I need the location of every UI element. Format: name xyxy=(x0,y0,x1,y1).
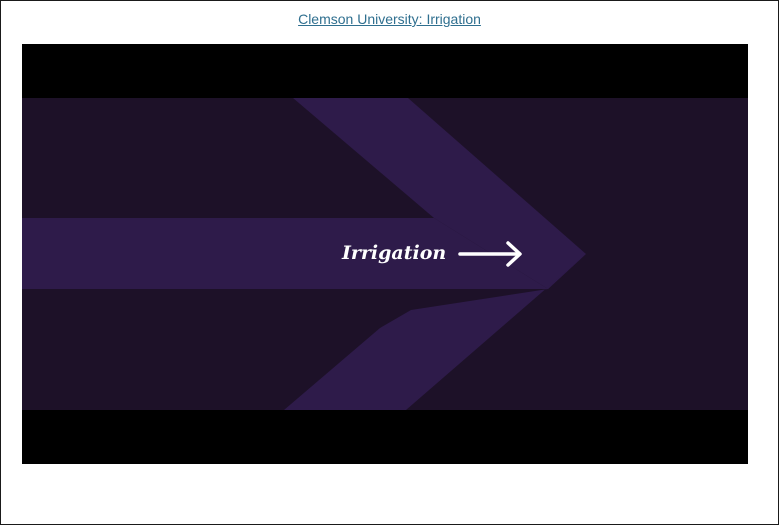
letterbox-bottom xyxy=(22,410,748,464)
letterbox-top xyxy=(22,44,748,98)
video-player[interactable]: Irrigation xyxy=(22,44,748,464)
video-title-text: Irrigation xyxy=(341,242,446,264)
video-frame: Irrigation xyxy=(22,44,748,464)
video-title-link[interactable]: Clemson University: Irrigation xyxy=(0,11,779,27)
